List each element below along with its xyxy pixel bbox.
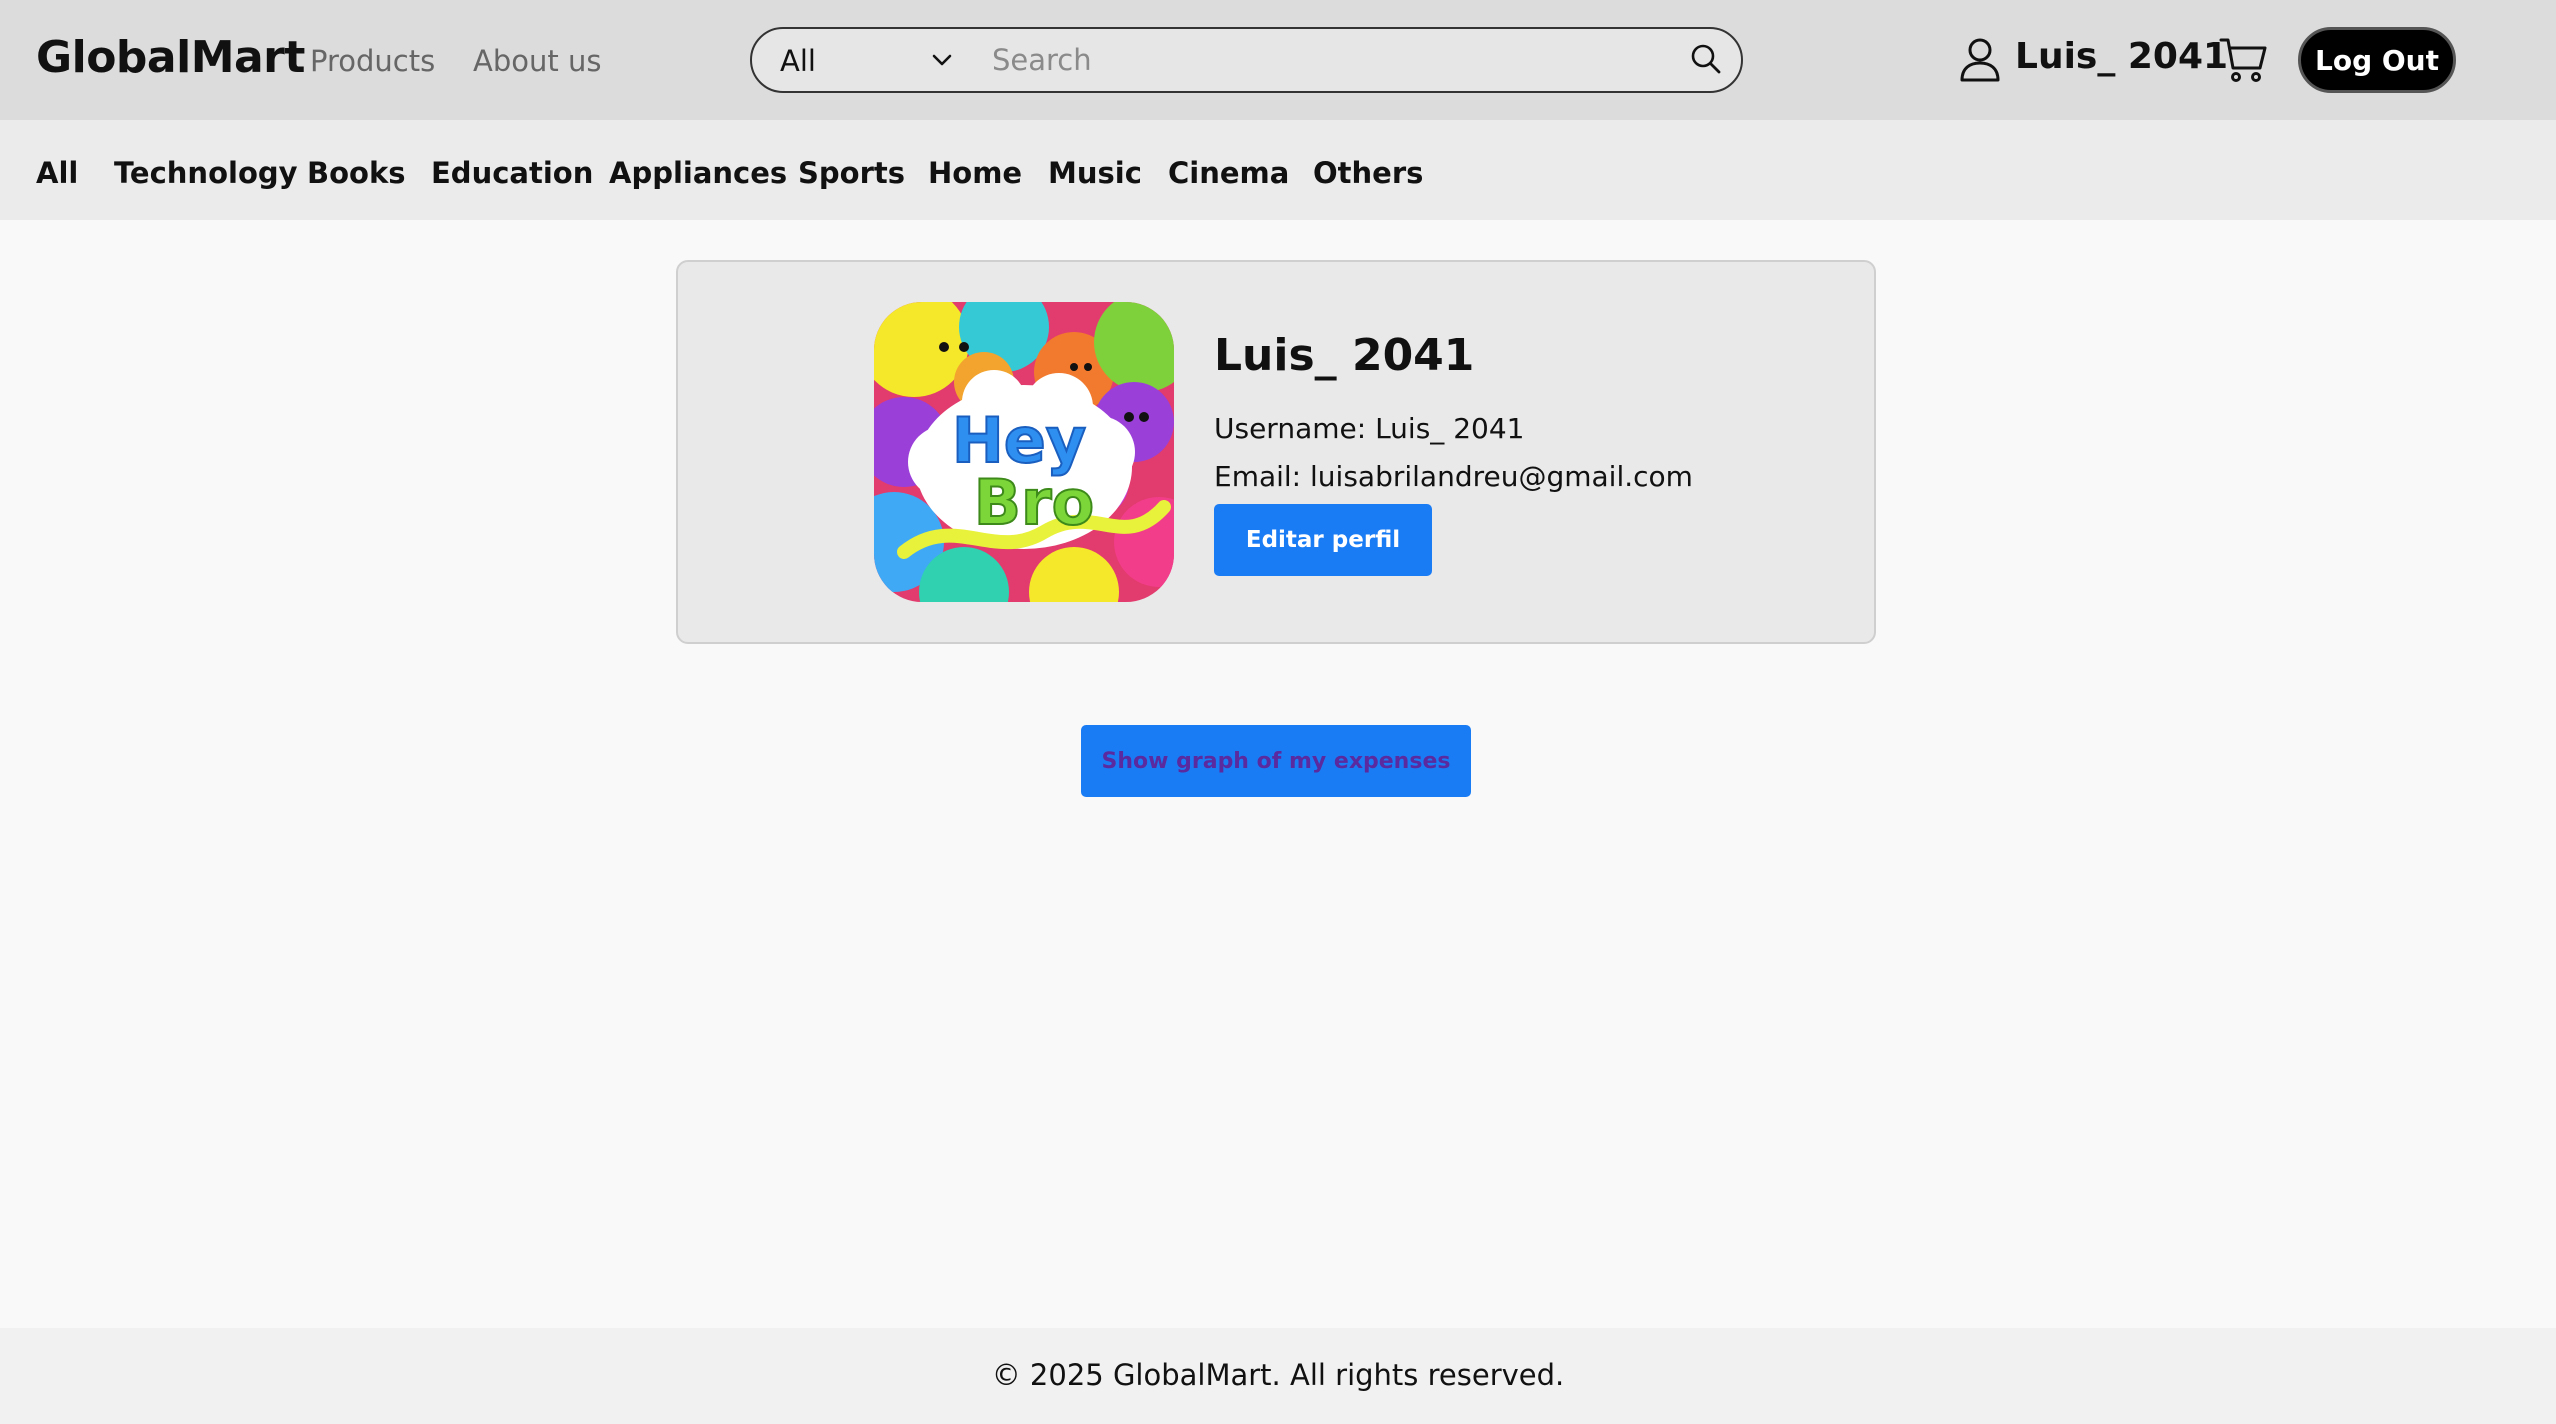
edit-profile-button[interactable]: Editar perfil — [1214, 504, 1432, 576]
logout-button[interactable]: Log Out — [2298, 27, 2456, 93]
footer-copyright: © 2025 GlobalMart. All rights reserved. — [991, 1358, 1565, 1392]
search-bar: All — [750, 27, 1743, 93]
avatar: Hey Bro — [874, 302, 1174, 602]
category-technology[interactable]: Technology — [114, 156, 298, 190]
cart-icon[interactable] — [2218, 34, 2270, 86]
avatar-image: Hey Bro — [874, 302, 1174, 602]
category-home[interactable]: Home — [928, 156, 1022, 190]
category-books[interactable]: Books — [307, 156, 406, 190]
footer: © 2025 GlobalMart. All rights reserved. — [0, 1328, 2556, 1424]
search-category-select[interactable]: All — [752, 29, 972, 91]
profile-display-name: Luis_ 2041 — [1214, 330, 1475, 381]
category-education[interactable]: Education — [431, 156, 593, 190]
avatar-text-bro: Bro — [974, 466, 1094, 539]
user-icon[interactable] — [1958, 36, 2002, 82]
category-cinema[interactable]: Cinema — [1168, 156, 1289, 190]
top-header: GlobalMart Products About us All Luis_ 2… — [0, 0, 2556, 120]
nav-link-products[interactable]: Products — [310, 44, 435, 78]
chevron-down-icon — [932, 54, 952, 66]
nav-link-about-us[interactable]: About us — [473, 44, 601, 78]
profile-card: Hey Bro Luis_ 2041 Username: Luis_ 2041 … — [676, 260, 1876, 644]
profile-email: Email: luisabrilandreu@gmail.com — [1214, 460, 1693, 493]
category-sports[interactable]: Sports — [798, 156, 905, 190]
show-expenses-graph-button[interactable]: Show graph of my expenses — [1081, 725, 1471, 797]
category-music[interactable]: Music — [1048, 156, 1142, 190]
category-all[interactable]: All — [36, 156, 78, 190]
profile-username: Username: Luis_ 2041 — [1214, 412, 1525, 445]
category-appliances[interactable]: Appliances — [609, 156, 787, 190]
category-others[interactable]: Others — [1313, 156, 1423, 190]
header-username[interactable]: Luis_ 2041 — [2015, 36, 2228, 77]
brand-logo[interactable]: GlobalMart — [36, 32, 305, 83]
search-icon[interactable] — [1686, 39, 1728, 81]
search-category-value: All — [780, 44, 816, 78]
search-input[interactable] — [992, 35, 1632, 85]
category-bar: All Technology Books Education Appliance… — [0, 120, 2556, 220]
